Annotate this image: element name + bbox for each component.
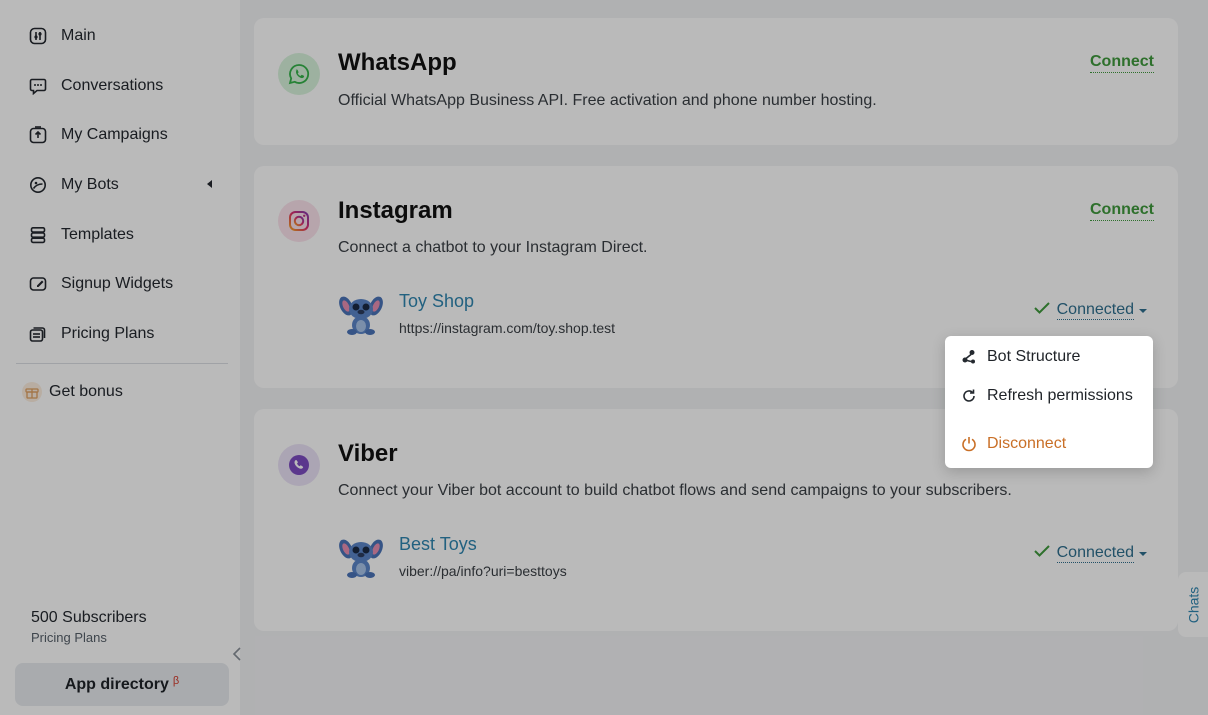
menu-item-label: Refresh permissions xyxy=(987,387,1133,404)
menu-item-disconnect[interactable]: Disconnect xyxy=(945,424,1153,464)
refresh-icon xyxy=(960,387,978,405)
account-actions-menu: Bot Structure Refresh permissions Discon… xyxy=(945,336,1153,468)
menu-item-refresh-permissions[interactable]: Refresh permissions xyxy=(945,376,1153,416)
power-icon xyxy=(960,435,978,453)
menu-item-label: Bot Structure xyxy=(987,348,1081,365)
structure-icon xyxy=(960,348,978,366)
menu-item-label: Disconnect xyxy=(987,435,1067,452)
menu-item-bot-structure[interactable]: Bot Structure xyxy=(945,337,1153,377)
